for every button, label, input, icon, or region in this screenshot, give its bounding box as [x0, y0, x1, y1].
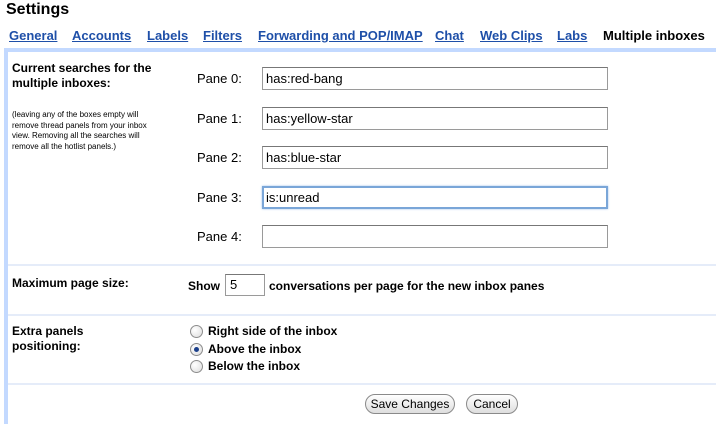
tab-labs[interactable]: Labs [557, 26, 587, 48]
tab-general[interactable]: General [9, 26, 57, 48]
tab-chat[interactable]: Chat [435, 26, 464, 48]
radio-button-selected[interactable] [190, 343, 203, 356]
show-label: Show [188, 279, 220, 293]
pane-0-input[interactable]: has:red-bang [262, 67, 608, 90]
pane-0-label: Pane 0: [197, 71, 242, 86]
radio-label: Right side of the inbox [208, 324, 338, 338]
tab-labels[interactable]: Labels [147, 26, 188, 48]
page-size-heading: Maximum page size: [12, 276, 129, 290]
page-size-input[interactable]: 5 [225, 274, 265, 296]
searches-heading: Current searches for the multiple inboxe… [12, 61, 152, 90]
pane-4-label: Pane 4: [197, 229, 242, 244]
page-title: Settings [6, 1, 70, 18]
settings-tabs: General Accounts Labels Filters Forwardi… [0, 26, 716, 52]
pane-3-input[interactable]: is:unread [262, 186, 608, 209]
page-size-suffix: conversations per page for the new inbox… [269, 279, 545, 293]
pane-4-input[interactable] [262, 225, 608, 248]
pane-2-label: Pane 2: [197, 150, 242, 165]
cancel-button[interactable]: Cancel [466, 394, 518, 414]
radio-button[interactable] [190, 325, 203, 338]
section-divider [8, 264, 716, 266]
tab-web-clips[interactable]: Web Clips [480, 26, 543, 48]
pane-2-input[interactable]: has:blue-star [262, 146, 608, 169]
section-divider [8, 314, 716, 316]
pane-1-input[interactable]: has:yellow-star [262, 107, 608, 130]
radio-label: Above the inbox [208, 342, 302, 356]
radio-button[interactable] [190, 360, 203, 373]
positioning-heading: Extra panels positioning: [12, 324, 84, 353]
tab-forwarding-pop-imap[interactable]: Forwarding and POP/IMAP [258, 26, 423, 48]
searches-note: (leaving any of the boxes empty will rem… [12, 110, 147, 151]
radio-label: Below the inbox [208, 359, 301, 373]
section-divider [8, 383, 716, 385]
save-changes-button[interactable]: Save Changes [365, 394, 455, 414]
tab-filters[interactable]: Filters [203, 26, 242, 48]
pane-3-label: Pane 3: [197, 190, 242, 205]
radio-selected-dot [194, 347, 199, 352]
pane-1-label: Pane 1: [197, 111, 242, 126]
tab-accounts[interactable]: Accounts [72, 26, 131, 48]
